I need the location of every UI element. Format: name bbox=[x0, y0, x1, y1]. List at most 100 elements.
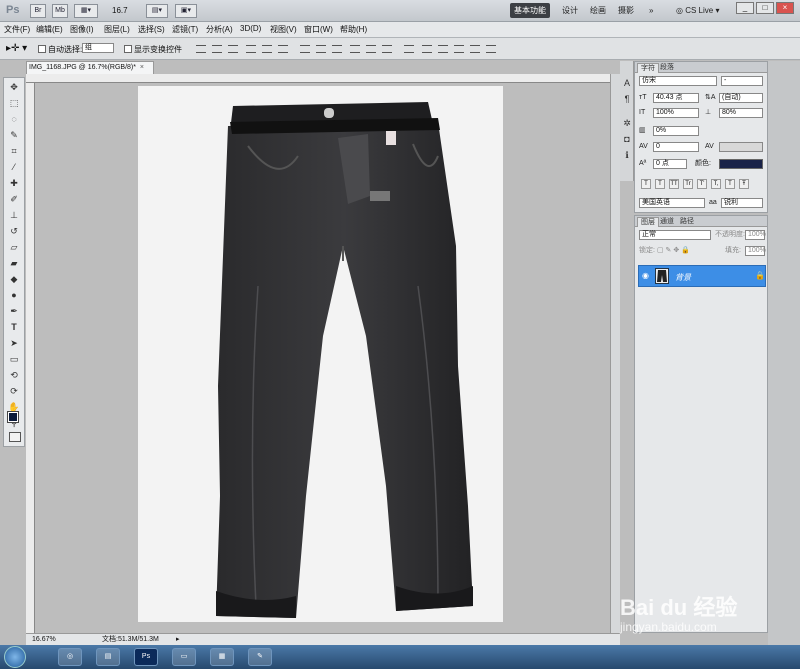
start-orb-icon[interactable] bbox=[4, 646, 26, 668]
browser-icon[interactable]: ◎ bbox=[58, 648, 82, 666]
menu-edit[interactable]: 编辑(E) bbox=[36, 24, 63, 35]
font-style-dropdown[interactable]: - bbox=[721, 76, 763, 86]
crop-icon[interactable]: ⌗ bbox=[6, 144, 22, 158]
3d-camera-icon[interactable]: ⟳ bbox=[6, 384, 22, 398]
menu-select[interactable]: 选择(S) bbox=[138, 24, 165, 35]
horizontal-scale-field[interactable]: 80% bbox=[719, 108, 763, 118]
healing-icon[interactable]: ✚ bbox=[6, 176, 22, 190]
menu-filter[interactable]: 滤镜(T) bbox=[172, 24, 198, 35]
align-bottom-icon[interactable] bbox=[228, 45, 238, 53]
history-brush-icon[interactable]: ↺ bbox=[6, 224, 22, 238]
workspace-essentials[interactable]: 基本功能 bbox=[510, 3, 550, 18]
menu-file[interactable]: 文件(F) bbox=[4, 24, 30, 35]
brush-icon[interactable]: ✐ bbox=[6, 192, 22, 206]
align-hcenter-icon[interactable] bbox=[262, 45, 272, 53]
distribute-bottom-icon[interactable] bbox=[332, 45, 342, 53]
close-tab-icon[interactable]: × bbox=[140, 64, 144, 71]
menu-view[interactable]: 视图(V) bbox=[270, 24, 297, 35]
distribute-right-icon[interactable] bbox=[382, 45, 392, 53]
vertical-ruler[interactable] bbox=[26, 83, 35, 633]
gradient-icon[interactable]: ▰ bbox=[6, 256, 22, 270]
stamp-icon[interactable]: ⊥ bbox=[6, 208, 22, 222]
paragraph-panel-icon[interactable]: ¶ bbox=[621, 93, 633, 105]
blend-mode-dropdown[interactable]: 正常 bbox=[639, 230, 711, 240]
auto-select-checkbox[interactable] bbox=[38, 44, 46, 53]
menu-help[interactable]: 帮助(H) bbox=[340, 24, 367, 35]
tracking-percent-field[interactable]: 0% bbox=[653, 126, 699, 136]
paint-icon[interactable]: ✎ bbox=[248, 648, 272, 666]
font-size-field[interactable]: 40.43 点 bbox=[653, 93, 699, 103]
antialias-dropdown[interactable]: 锐利 bbox=[721, 198, 763, 208]
restore-button[interactable]: □ bbox=[756, 2, 774, 14]
align-top-icon[interactable] bbox=[196, 45, 206, 53]
tab-paragraph[interactable]: 段落 bbox=[657, 63, 677, 72]
faux-italic-button[interactable]: T bbox=[655, 179, 665, 189]
workspace-photography[interactable]: 摄影 bbox=[614, 3, 638, 18]
fill-field[interactable]: 100% bbox=[745, 246, 766, 256]
auto-align-icon[interactable] bbox=[404, 45, 414, 53]
baseline-shift-field[interactable]: 0 点 bbox=[653, 159, 687, 169]
horizontal-ruler[interactable] bbox=[26, 74, 610, 83]
menu-window[interactable]: 窗口(W) bbox=[304, 24, 333, 35]
marquee-icon[interactable]: ⬚ bbox=[6, 96, 22, 110]
menu-image[interactable]: 图像(I) bbox=[70, 24, 94, 35]
underline-button[interactable]: T bbox=[725, 179, 735, 189]
distribute-left-icon[interactable] bbox=[350, 45, 360, 53]
3d-mode-scale-icon[interactable] bbox=[486, 45, 496, 53]
faux-bold-button[interactable]: T bbox=[641, 179, 651, 189]
view-extras-dropdown[interactable]: ▦▾ bbox=[74, 4, 98, 18]
3d-mode-roll-icon[interactable] bbox=[438, 45, 448, 53]
arrange-documents-dropdown[interactable]: ▤▾ bbox=[146, 4, 168, 18]
align-right-icon[interactable] bbox=[278, 45, 288, 53]
image-viewer-icon[interactable]: ▦ bbox=[210, 648, 234, 666]
vertical-scale-field[interactable]: 100% bbox=[653, 108, 699, 118]
zoom-readout[interactable]: 16.67% bbox=[32, 634, 56, 645]
all-caps-button[interactable]: TT bbox=[669, 179, 679, 189]
character-panel-icon[interactable]: A bbox=[621, 77, 633, 89]
minimize-button[interactable]: _ bbox=[736, 2, 754, 14]
tracking-field[interactable] bbox=[719, 142, 763, 152]
opacity-field[interactable]: 100% bbox=[745, 230, 766, 240]
leading-field[interactable]: (自动) bbox=[719, 93, 763, 103]
blur-icon[interactable]: ◆ bbox=[6, 272, 22, 286]
path-select-icon[interactable]: ➤ bbox=[6, 336, 22, 350]
workspace-design[interactable]: 设计 bbox=[558, 3, 582, 18]
pen-icon[interactable]: ✒ bbox=[6, 304, 22, 318]
screen-mode-dropdown[interactable]: ▣▾ bbox=[175, 4, 197, 18]
distribute-top-icon[interactable] bbox=[300, 45, 310, 53]
menu-layer[interactable]: 图层(L) bbox=[104, 24, 130, 35]
kerning-field[interactable]: 0 bbox=[653, 142, 699, 152]
align-vcenter-icon[interactable] bbox=[212, 45, 222, 53]
vertical-scrollbar[interactable] bbox=[610, 74, 620, 633]
type-icon[interactable]: T bbox=[6, 320, 22, 334]
strikethrough-button[interactable]: Ŧ bbox=[739, 179, 749, 189]
align-left-icon[interactable] bbox=[246, 45, 256, 53]
auto-select-dropdown[interactable]: 组 bbox=[82, 43, 114, 53]
menu-analysis[interactable]: 分析(A) bbox=[206, 24, 233, 35]
masks-panel-icon[interactable]: ◘ bbox=[621, 133, 633, 145]
more-workspaces-button[interactable]: » bbox=[645, 3, 657, 18]
language-dropdown[interactable]: 美国英语 bbox=[639, 198, 705, 208]
bridge-icon[interactable]: Br bbox=[30, 4, 46, 18]
menu-3d[interactable]: 3D(D) bbox=[240, 24, 261, 33]
info-panel-icon[interactable]: ℹ bbox=[621, 149, 633, 161]
move-icon[interactable]: ✥ bbox=[6, 80, 22, 94]
quick-select-icon[interactable]: ✎ bbox=[6, 128, 22, 142]
visibility-eye-icon[interactable]: ◉ bbox=[642, 271, 649, 280]
workspace-painting[interactable]: 绘画 bbox=[586, 3, 610, 18]
eyedropper-icon[interactable]: ⁄ bbox=[6, 160, 22, 174]
explorer-icon[interactable]: ▤ bbox=[96, 648, 120, 666]
small-caps-button[interactable]: Tr bbox=[683, 179, 693, 189]
subscript-button[interactable]: T, bbox=[711, 179, 721, 189]
document-tab[interactable]: IMG_1168.JPG @ 16.7%(RGB/8)* × bbox=[26, 61, 154, 74]
photoshop-icon[interactable]: Ps bbox=[134, 648, 158, 666]
document-canvas[interactable] bbox=[35, 83, 610, 633]
font-family-dropdown[interactable]: 仿宋 bbox=[639, 76, 717, 86]
3d-mode-slide-icon[interactable] bbox=[470, 45, 480, 53]
distribute-hcenter-icon[interactable] bbox=[366, 45, 376, 53]
dodge-icon[interactable]: ● bbox=[6, 288, 22, 302]
tab-paths[interactable]: 路径 bbox=[677, 217, 697, 226]
foreground-color-swatch[interactable] bbox=[7, 411, 19, 423]
shape-icon[interactable]: ▭ bbox=[6, 352, 22, 366]
lock-icons[interactable]: ▢ ✎ ✥ 🔒 bbox=[657, 246, 690, 256]
